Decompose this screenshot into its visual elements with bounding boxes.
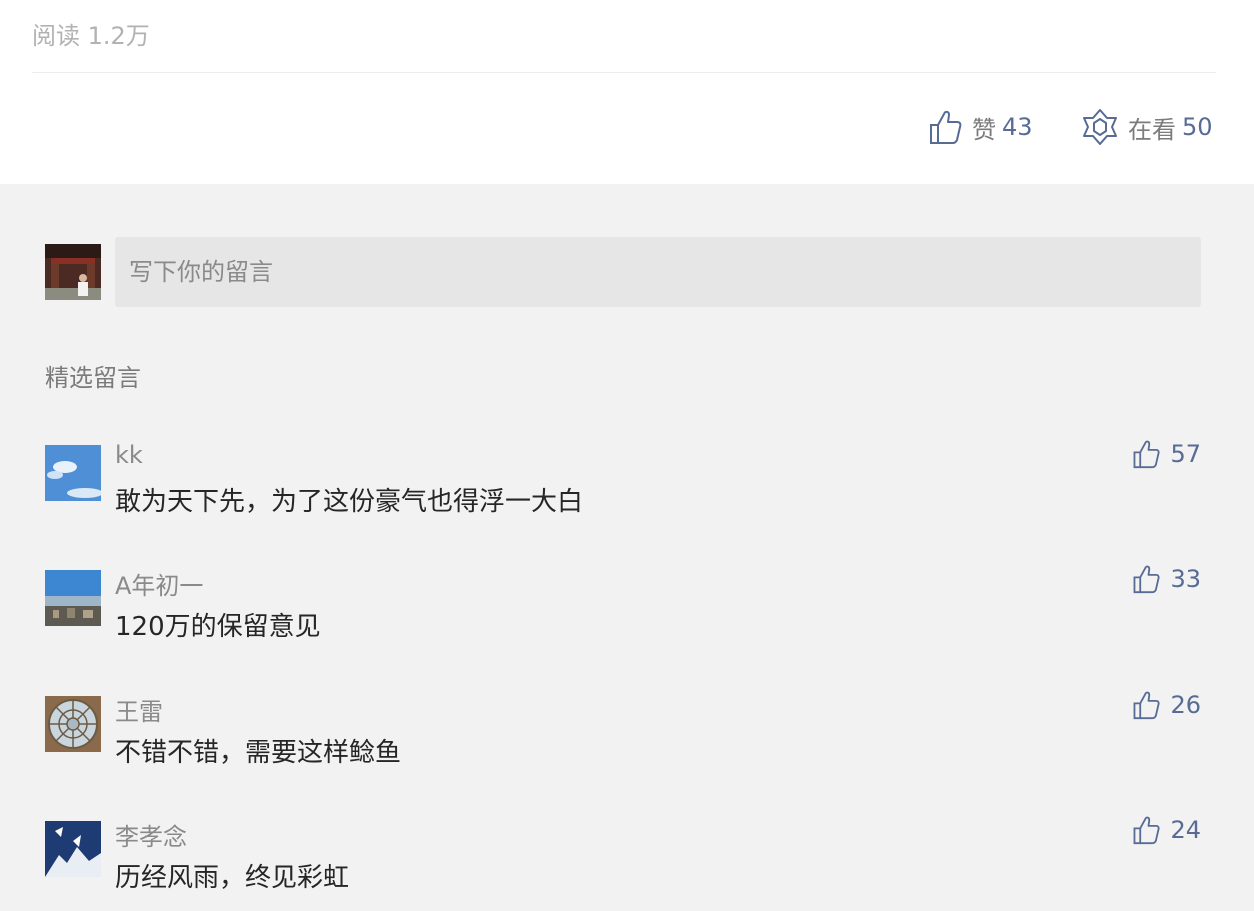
star-of-david-outline-icon	[1082, 108, 1118, 146]
avatar	[45, 445, 101, 501]
comment-text: 历经风雨，终见彩虹	[115, 863, 350, 893]
avatar	[45, 570, 101, 626]
comment-composer	[45, 237, 1201, 307]
like-label: 赞	[972, 115, 996, 144]
thumbs-up-icon	[1132, 564, 1161, 594]
comment-text: 敢为天下先，为了这份豪气也得浮一大白	[115, 487, 584, 517]
comment-author: kk	[115, 441, 143, 469]
comment-input[interactable]	[115, 237, 1201, 307]
comment-text: 不错不错，需要这样鲶鱼	[115, 738, 402, 768]
comment-like-count: 33	[1170, 565, 1201, 593]
comment-like-count: 24	[1170, 816, 1201, 844]
thumbs-up-icon	[928, 109, 962, 145]
comment-like-button[interactable]: 24	[1132, 815, 1201, 845]
comment-item: 王雷 不错不错，需要这样鲶鱼 26	[45, 691, 1201, 786]
comment-author: 李孝念	[115, 823, 187, 851]
comment-item: 李孝念 历经风雨，终见彩虹 24	[45, 816, 1201, 911]
comment-like-count: 57	[1170, 440, 1201, 468]
article-footer: 阅读 1.2万 赞 43 在看 50	[0, 0, 1254, 184]
like-button[interactable]: 赞 43	[928, 108, 1033, 146]
comment-like-count: 26	[1170, 691, 1201, 719]
comment-author: 王雷	[115, 698, 163, 726]
thumbs-up-icon	[1132, 815, 1161, 845]
avatar	[45, 696, 101, 752]
avatar	[45, 821, 101, 877]
comment-item: A年初一 120万的保留意见 33	[45, 565, 1201, 660]
comment-like-button[interactable]: 57	[1132, 439, 1201, 469]
avatar	[45, 244, 101, 300]
watch-count: 50	[1182, 113, 1213, 141]
divider	[32, 72, 1216, 73]
comment-text: 120万的保留意见	[115, 612, 321, 642]
comment-like-button[interactable]: 33	[1132, 564, 1201, 594]
comment-like-button[interactable]: 26	[1132, 690, 1201, 720]
thumbs-up-icon	[1132, 439, 1161, 469]
watch-label: 在看	[1128, 115, 1176, 144]
watch-button[interactable]: 在看 50	[1082, 108, 1213, 146]
featured-comments-title: 精选留言	[45, 364, 141, 392]
thumbs-up-icon	[1132, 690, 1161, 720]
like-count: 43	[1002, 113, 1033, 141]
comment-item: kk 敢为天下先，为了这份豪气也得浮一大白 57	[45, 440, 1201, 535]
read-count: 阅读 1.2万	[32, 22, 150, 50]
comment-author: A年初一	[115, 572, 204, 600]
